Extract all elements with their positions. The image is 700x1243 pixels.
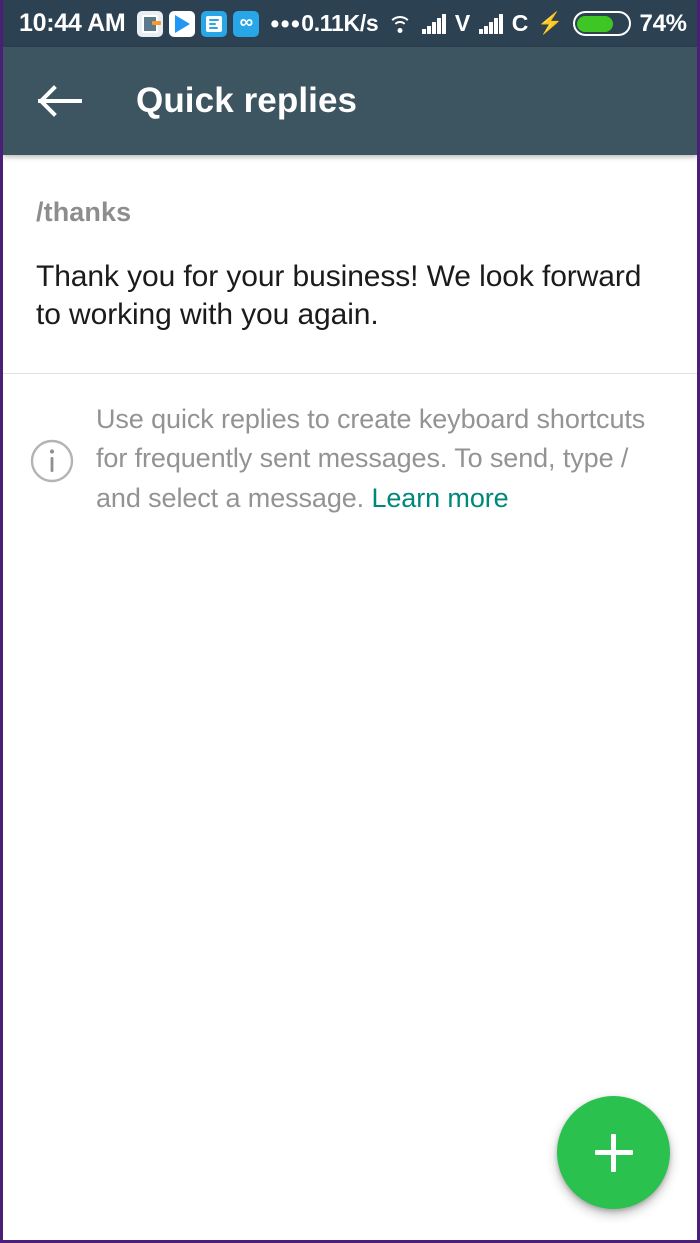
notification-icons: ∞ ••• <box>137 9 302 38</box>
document-icon <box>201 10 228 37</box>
quick-reply-list-item[interactable]: /thanks Thank you for your business! We … <box>3 155 697 373</box>
phone-screen: 10:44 AM ∞ ••• 0.11K/s V C ⚡ 74% Quick r… <box>0 0 700 1243</box>
info-banner: Use quick replies to create keyboard sho… <box>3 374 697 538</box>
network-speed-label: 0.11K/s <box>301 10 379 36</box>
page-title: Quick replies <box>136 81 358 120</box>
info-icon <box>30 439 74 483</box>
quick-reply-message: Thank you for your business! We look for… <box>36 260 642 331</box>
infinity-icon: ∞ <box>233 10 260 37</box>
plus-icon <box>594 1133 633 1172</box>
sim2-label: C <box>511 10 529 36</box>
signal-bars-sim2-icon <box>479 13 503 34</box>
play-store-icon <box>169 10 196 37</box>
quick-reply-shortcut: /thanks <box>36 197 132 227</box>
back-arrow-icon <box>38 85 82 117</box>
add-quick-reply-fab[interactable] <box>557 1096 670 1209</box>
status-bar: 10:44 AM ∞ ••• 0.11K/s V C ⚡ 74% <box>3 0 697 47</box>
learn-more-link[interactable]: Learn more <box>371 483 508 513</box>
battery-icon <box>572 11 631 36</box>
status-clock: 10:44 AM <box>19 9 126 37</box>
info-text: Use quick replies to create keyboard sho… <box>96 400 657 518</box>
signal-bars-sim1-icon <box>422 13 446 34</box>
overflow-dots-icon: ••• <box>270 9 302 38</box>
screenshot-icon <box>137 10 164 37</box>
wifi-icon <box>387 14 413 34</box>
back-button[interactable] <box>37 78 83 124</box>
charging-bolt-icon: ⚡ <box>537 12 564 35</box>
status-bar-right: 0.11K/s V C ⚡ 74% <box>301 9 687 38</box>
app-bar: Quick replies <box>3 47 697 155</box>
content-area: /thanks Thank you for your business! We … <box>3 155 697 539</box>
sim1-label: V <box>454 10 471 36</box>
battery-percent-label: 74% <box>639 9 687 37</box>
